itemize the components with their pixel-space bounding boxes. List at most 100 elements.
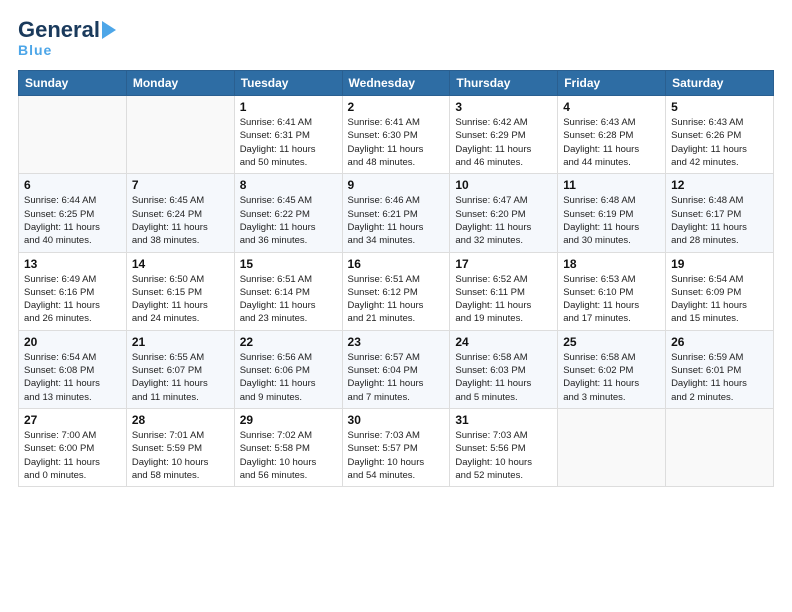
calendar-week-row: 20 Sunrise: 6:54 AMSunset: 6:08 PMDayligh…	[19, 330, 774, 408]
day-info: Sunrise: 6:59 AMSunset: 6:01 PMDaylight:…	[671, 351, 768, 404]
day-number: 23	[348, 335, 445, 349]
calendar-cell: 30 Sunrise: 7:03 AMSunset: 5:57 PMDayligh…	[342, 408, 450, 486]
day-number: 19	[671, 257, 768, 271]
calendar-cell: 29Sunrise: 7:02 AMSunset: 5:58 PMDayligh…	[234, 408, 342, 486]
day-info: Sunrise: 7:03 AMSunset: 5:57 PMDaylight:…	[348, 429, 445, 482]
calendar-week-row: 27 Sunrise: 7:00 AMSunset: 6:00 PMDayligh…	[19, 408, 774, 486]
calendar-cell: 21 Sunrise: 6:55 AMSunset: 6:07 PMDayligh…	[126, 330, 234, 408]
day-number: 21	[132, 335, 229, 349]
day-number: 28	[132, 413, 229, 427]
day-info: Sunrise: 6:45 AMSunset: 6:24 PMDaylight:…	[132, 194, 229, 247]
day-number: 30	[348, 413, 445, 427]
day-info: Sunrise: 6:42 AMSunset: 6:29 PMDaylight:…	[455, 116, 552, 169]
day-info: Sunrise: 7:00 AMSunset: 6:00 PMDaylight:…	[24, 429, 121, 482]
calendar-cell: 23 Sunrise: 6:57 AMSunset: 6:04 PMDayligh…	[342, 330, 450, 408]
calendar-cell: 13 Sunrise: 6:49 AMSunset: 6:16 PMDayligh…	[19, 252, 127, 330]
day-number: 16	[348, 257, 445, 271]
day-number: 14	[132, 257, 229, 271]
calendar-week-row: 1 Sunrise: 6:41 AMSunset: 6:31 PMDaylight…	[19, 96, 774, 174]
day-info: Sunrise: 6:51 AMSunset: 6:14 PMDaylight:…	[240, 273, 337, 326]
calendar-cell	[19, 96, 127, 174]
day-number: 2	[348, 100, 445, 114]
day-number: 4	[563, 100, 660, 114]
col-header-wednesday: Wednesday	[342, 71, 450, 96]
day-info: Sunrise: 6:55 AMSunset: 6:07 PMDaylight:…	[132, 351, 229, 404]
day-number: 15	[240, 257, 337, 271]
day-info: Sunrise: 6:57 AMSunset: 6:04 PMDaylight:…	[348, 351, 445, 404]
calendar-cell: 10 Sunrise: 6:47 AMSunset: 6:20 PMDayligh…	[450, 174, 558, 252]
day-info: Sunrise: 7:03 AMSunset: 5:56 PMDaylight:…	[455, 429, 552, 482]
calendar-cell	[666, 408, 774, 486]
calendar-cell: 2Sunrise: 6:41 AMSunset: 6:30 PMDaylight…	[342, 96, 450, 174]
calendar-cell: 12 Sunrise: 6:48 AMSunset: 6:17 PMDayligh…	[666, 174, 774, 252]
calendar-cell: 25Sunrise: 6:58 AMSunset: 6:02 PMDayligh…	[558, 330, 666, 408]
day-info: Sunrise: 6:54 AMSunset: 6:09 PMDaylight:…	[671, 273, 768, 326]
logo: General Blue	[18, 18, 116, 58]
calendar-cell: 6Sunrise: 6:44 AMSunset: 6:25 PMDaylight…	[19, 174, 127, 252]
calendar-cell: 24Sunrise: 6:58 AMSunset: 6:03 PMDayligh…	[450, 330, 558, 408]
day-info: Sunrise: 6:48 AMSunset: 6:19 PMDaylight:…	[563, 194, 660, 247]
day-number: 5	[671, 100, 768, 114]
header: General Blue	[18, 18, 774, 58]
day-number: 7	[132, 178, 229, 192]
calendar-cell: 5 Sunrise: 6:43 AMSunset: 6:26 PMDaylight…	[666, 96, 774, 174]
day-number: 13	[24, 257, 121, 271]
day-info: Sunrise: 6:46 AMSunset: 6:21 PMDaylight:…	[348, 194, 445, 247]
day-info: Sunrise: 7:01 AMSunset: 5:59 PMDaylight:…	[132, 429, 229, 482]
logo-blue-text: Blue	[18, 42, 52, 58]
logo-text: General	[18, 18, 100, 42]
day-number: 10	[455, 178, 552, 192]
calendar-cell: 19 Sunrise: 6:54 AMSunset: 6:09 PMDayligh…	[666, 252, 774, 330]
day-info: Sunrise: 6:51 AMSunset: 6:12 PMDaylight:…	[348, 273, 445, 326]
day-info: Sunrise: 6:54 AMSunset: 6:08 PMDaylight:…	[24, 351, 121, 404]
calendar-cell: 28 Sunrise: 7:01 AMSunset: 5:59 PMDayligh…	[126, 408, 234, 486]
day-number: 26	[671, 335, 768, 349]
day-info: Sunrise: 6:43 AMSunset: 6:28 PMDaylight:…	[563, 116, 660, 169]
calendar-cell: 17Sunrise: 6:52 AMSunset: 6:11 PMDayligh…	[450, 252, 558, 330]
day-info: Sunrise: 6:53 AMSunset: 6:10 PMDaylight:…	[563, 273, 660, 326]
calendar-cell: 14Sunrise: 6:50 AMSunset: 6:15 PMDayligh…	[126, 252, 234, 330]
day-info: Sunrise: 6:44 AMSunset: 6:25 PMDaylight:…	[24, 194, 121, 247]
day-number: 17	[455, 257, 552, 271]
logo-arrow-icon	[102, 21, 116, 39]
calendar-cell: 31 Sunrise: 7:03 AMSunset: 5:56 PMDayligh…	[450, 408, 558, 486]
calendar-cell: 16 Sunrise: 6:51 AMSunset: 6:12 PMDayligh…	[342, 252, 450, 330]
day-info: Sunrise: 6:56 AMSunset: 6:06 PMDaylight:…	[240, 351, 337, 404]
day-number: 3	[455, 100, 552, 114]
calendar-cell: 26 Sunrise: 6:59 AMSunset: 6:01 PMDayligh…	[666, 330, 774, 408]
col-header-friday: Friday	[558, 71, 666, 96]
calendar-header-row: SundayMondayTuesdayWednesdayThursdayFrid…	[19, 71, 774, 96]
calendar-cell: 4 Sunrise: 6:43 AMSunset: 6:28 PMDaylight…	[558, 96, 666, 174]
day-number: 11	[563, 178, 660, 192]
day-info: Sunrise: 6:58 AMSunset: 6:02 PMDaylight:…	[563, 351, 660, 404]
day-info: Sunrise: 6:41 AMSunset: 6:31 PMDaylight:…	[240, 116, 337, 169]
day-number: 18	[563, 257, 660, 271]
day-number: 1	[240, 100, 337, 114]
calendar-cell: 1 Sunrise: 6:41 AMSunset: 6:31 PMDaylight…	[234, 96, 342, 174]
calendar-cell: 22 Sunrise: 6:56 AMSunset: 6:06 PMDayligh…	[234, 330, 342, 408]
day-number: 12	[671, 178, 768, 192]
day-info: Sunrise: 6:58 AMSunset: 6:03 PMDaylight:…	[455, 351, 552, 404]
day-number: 8	[240, 178, 337, 192]
calendar: SundayMondayTuesdayWednesdayThursdayFrid…	[18, 70, 774, 487]
day-number: 31	[455, 413, 552, 427]
day-number: 20	[24, 335, 121, 349]
page: General Blue SundayMondayTuesdayWednesda…	[0, 0, 792, 612]
day-number: 27	[24, 413, 121, 427]
col-header-tuesday: Tuesday	[234, 71, 342, 96]
calendar-cell: 9 Sunrise: 6:46 AMSunset: 6:21 PMDaylight…	[342, 174, 450, 252]
calendar-cell: 3 Sunrise: 6:42 AMSunset: 6:29 PMDaylight…	[450, 96, 558, 174]
calendar-cell: 15 Sunrise: 6:51 AMSunset: 6:14 PMDayligh…	[234, 252, 342, 330]
day-number: 22	[240, 335, 337, 349]
day-info: Sunrise: 6:48 AMSunset: 6:17 PMDaylight:…	[671, 194, 768, 247]
col-header-thursday: Thursday	[450, 71, 558, 96]
calendar-cell	[558, 408, 666, 486]
day-info: Sunrise: 6:49 AMSunset: 6:16 PMDaylight:…	[24, 273, 121, 326]
calendar-cell: 27 Sunrise: 7:00 AMSunset: 6:00 PMDayligh…	[19, 408, 127, 486]
day-info: Sunrise: 6:47 AMSunset: 6:20 PMDaylight:…	[455, 194, 552, 247]
calendar-cell: 11 Sunrise: 6:48 AMSunset: 6:19 PMDayligh…	[558, 174, 666, 252]
calendar-cell: 7 Sunrise: 6:45 AMSunset: 6:24 PMDaylight…	[126, 174, 234, 252]
day-info: Sunrise: 6:43 AMSunset: 6:26 PMDaylight:…	[671, 116, 768, 169]
day-number: 9	[348, 178, 445, 192]
calendar-week-row: 6Sunrise: 6:44 AMSunset: 6:25 PMDaylight…	[19, 174, 774, 252]
